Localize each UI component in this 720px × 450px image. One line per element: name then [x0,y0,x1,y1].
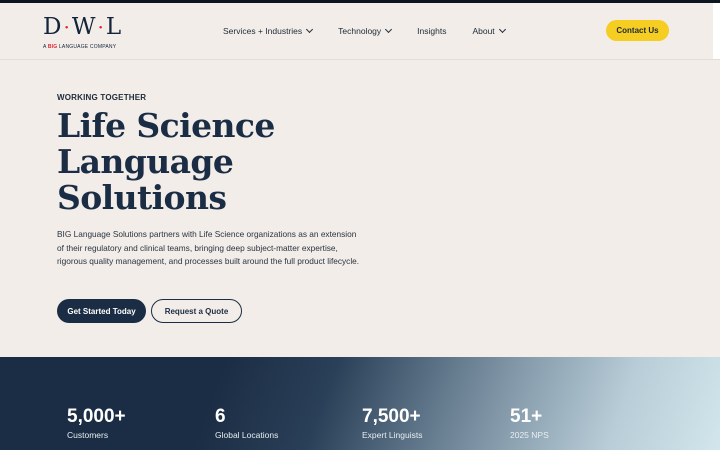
stat-value: 51+ [510,406,543,427]
hero-section: WORKING TOGETHER Life Science Language S… [57,93,377,269]
stat-value: 5,000+ [67,406,126,427]
stat-customers: 5,000+ Customers [67,406,126,441]
scrollbar-track[interactable] [713,3,720,59]
nav-item-label: About [472,26,495,36]
hero-title-line: Language [57,142,234,181]
chevron-down-icon [306,25,314,34]
hero-title-line: Life Science [57,106,275,145]
nav-item-about[interactable]: About [472,25,506,36]
stat-nps: 51+ 2025 NPS [510,406,549,441]
nav-item-technology[interactable]: Technology [338,25,393,36]
stats-band: 5,000+ Customers 6 Global Locations 7,50… [0,357,720,450]
logo-tagline-prefix: A [43,44,47,50]
logo-tagline-big: BIG [47,44,58,50]
logo-letter-d: D [43,14,63,40]
site-header: D·W·L A BIG LANGUAGE COMPANY Services + … [0,3,713,59]
dwl-logo[interactable]: D·W·L A BIG LANGUAGE COMPANY [43,16,123,56]
logo-letter-l: L [105,14,123,40]
stat-label: Customers [67,430,109,440]
hero-title: Life Science Language Solutions [57,108,377,216]
logo-dot-icon: · [97,15,105,39]
stat-value: 6 [215,406,226,427]
request-quote-button[interactable]: Request a Quote [151,299,242,323]
logo-dot-icon: · [63,15,71,39]
hero-eyebrow: WORKING TOGETHER [57,93,147,102]
logo-mark: D·W·L [43,14,123,40]
stat-label: 2025 NPS [510,430,549,440]
hero-description: BIG Language Solutions partners with Lif… [57,229,360,266]
logo-letter-w: W [71,14,97,40]
get-started-button[interactable]: Get Started Today [57,299,146,323]
stat-expert-linguists: 7,500+ Expert Linguists [362,406,423,441]
stat-value: 7,500+ [362,406,421,427]
logo-tagline-suffix: LANGUAGE COMPANY [58,44,117,50]
main-nav: Services + Industries Technology Insight… [223,3,531,59]
nav-item-services-industries[interactable]: Services + Industries [223,25,314,36]
chevron-down-icon [498,25,506,34]
nav-item-label: Services + Industries [223,26,303,36]
chevron-down-icon [385,25,393,34]
nav-item-insights[interactable]: Insights [417,26,446,36]
logo-tagline: A BIG LANGUAGE COMPANY [43,44,123,50]
stat-label: Global Locations [215,430,279,440]
nav-item-label: Insights [417,26,447,36]
header-divider [0,59,720,60]
stat-global-locations: 6 Global Locations [215,406,279,441]
nav-item-label: Technology [338,26,382,36]
hero-cta-group: Get Started Today Request a Quote [57,299,242,323]
hero-title-line: Solutions [57,178,227,217]
contact-us-button[interactable]: Contact Us [606,20,669,41]
stat-label: Expert Linguists [362,430,423,440]
